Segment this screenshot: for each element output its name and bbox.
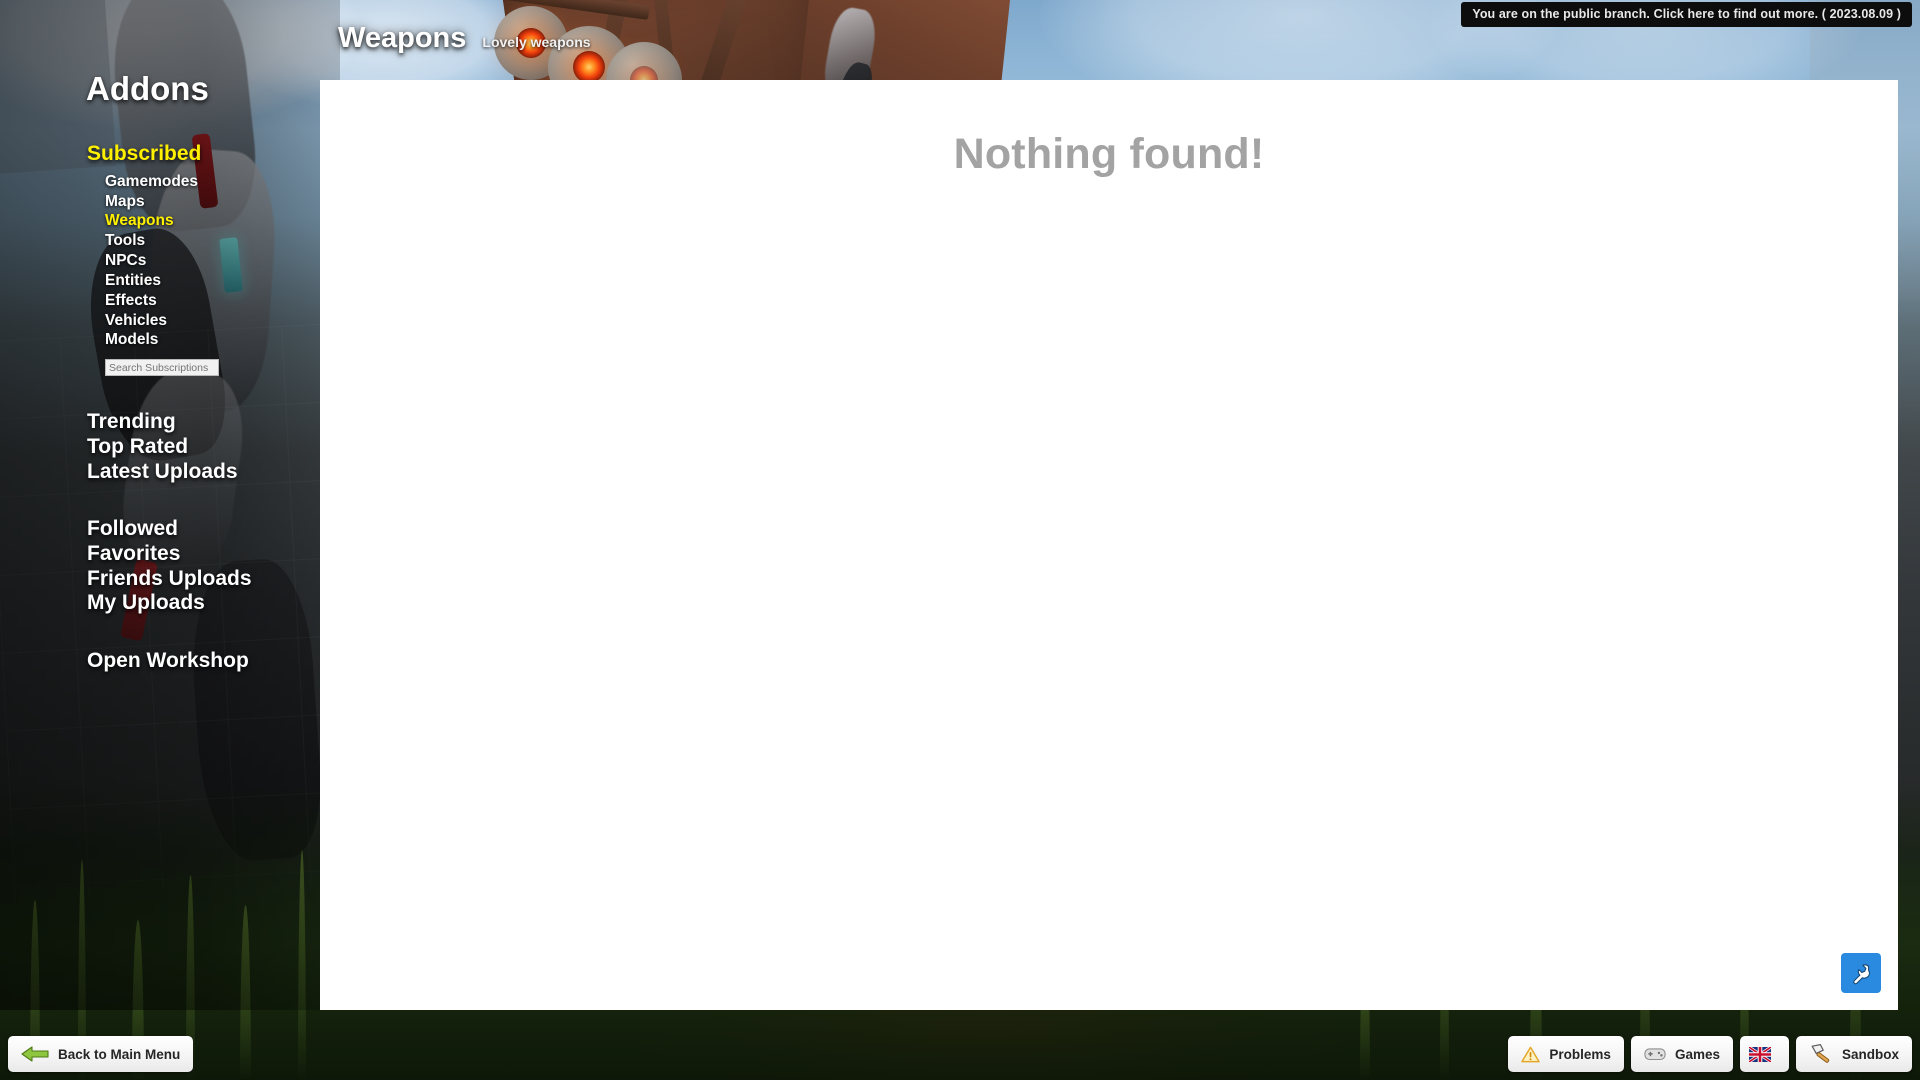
public-branch-banner[interactable]: You are on the public branch. Click here… <box>1461 2 1912 27</box>
sidebar-item-effects[interactable]: Effects <box>105 291 320 311</box>
sidebar-item-open-workshop[interactable]: Open Workshop <box>87 649 320 673</box>
back-to-main-menu-button[interactable]: Back to Main Menu <box>8 1036 194 1072</box>
sidebar-item-npcs[interactable]: NPCs <box>105 251 320 271</box>
sandbox-gamemode-button[interactable]: Sandbox <box>1795 1036 1912 1072</box>
search-subscriptions-input[interactable] <box>105 359 219 377</box>
uk-flag-icon <box>1748 1046 1771 1062</box>
sidebar-browse-group: Trending Top Rated Latest Uploads <box>87 410 320 484</box>
sidebar-item-favorites[interactable]: Favorites <box>87 542 320 566</box>
wrench-icon-button[interactable] <box>1841 953 1881 993</box>
problems-label: Problems <box>1549 1046 1611 1062</box>
sidebar-item-trending[interactable]: Trending <box>87 410 320 434</box>
back-to-main-menu-label: Back to Main Menu <box>58 1046 181 1062</box>
games-button[interactable]: Games <box>1630 1036 1733 1072</box>
sidebar-personal-group: Followed Favorites Friends Uploads My Up… <box>87 517 320 615</box>
subscribed-category-list: Gamemodes Maps Weapons Tools NPCs Entiti… <box>105 172 320 350</box>
page-title: Weapons <box>338 22 467 54</box>
gamepad-icon <box>1644 1048 1666 1061</box>
sidebar-item-models[interactable]: Models <box>105 330 320 350</box>
sidebar-item-maps[interactable]: Maps <box>105 192 320 212</box>
sidebar-item-tools[interactable]: Tools <box>105 231 320 251</box>
wrench-icon <box>1852 963 1870 984</box>
sandbox-label: Sandbox <box>1841 1046 1899 1062</box>
games-label: Games <box>1674 1046 1720 1062</box>
sidebar-title: Addons <box>86 70 209 107</box>
sidebar-item-gamemodes[interactable]: Gamemodes <box>105 172 320 192</box>
engine-glow-light <box>573 51 605 83</box>
sidebar-item-friends-uploads[interactable]: Friends Uploads <box>87 567 320 591</box>
sidebar-item-my-uploads[interactable]: My Uploads <box>87 591 320 615</box>
sidebar-item-top-rated[interactable]: Top Rated <box>87 435 320 459</box>
bottom-right-taskbar: Problems Games Sandbox <box>1508 1036 1912 1072</box>
arrow-left-icon <box>21 1046 49 1062</box>
addons-sidebar: Addons Subscribed Gamemodes Maps Weapons… <box>0 0 320 1010</box>
sidebar-item-vehicles[interactable]: Vehicles <box>105 311 320 331</box>
sidebar-item-latest-uploads[interactable]: Latest Uploads <box>87 460 320 484</box>
empty-state-message: Nothing found! <box>953 130 1265 178</box>
sidebar-workshop-group: Open Workshop <box>87 649 320 673</box>
hammer-icon <box>1811 1044 1830 1063</box>
sidebar-item-entities[interactable]: Entities <box>105 271 320 291</box>
bottom-left-taskbar: Back to Main Menu <box>8 1036 194 1072</box>
warning-triangle-icon <box>1521 1046 1541 1062</box>
sidebar-section-subscribed[interactable]: Subscribed <box>87 142 320 166</box>
sidebar-item-weapons[interactable]: Weapons <box>105 211 320 231</box>
sidebar-item-followed[interactable]: Followed <box>87 517 320 541</box>
problems-button[interactable]: Problems <box>1508 1036 1624 1072</box>
addons-content-panel: Nothing found! <box>320 80 1898 1010</box>
page-header: Weapons Lovely weapons <box>338 22 591 55</box>
page-subtitle: Lovely weapons <box>482 34 591 50</box>
language-button[interactable] <box>1739 1036 1789 1072</box>
